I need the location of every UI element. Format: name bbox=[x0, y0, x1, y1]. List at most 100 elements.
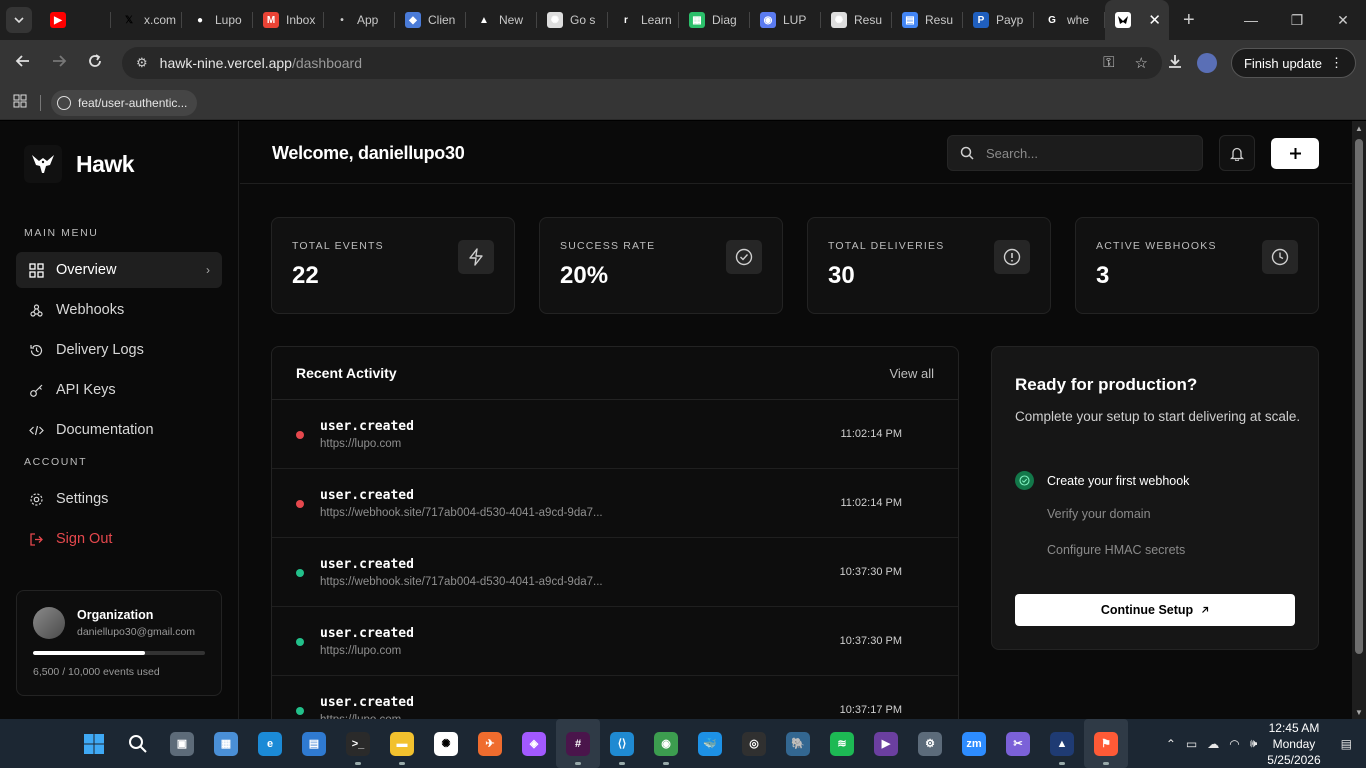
add-button[interactable] bbox=[1271, 138, 1319, 169]
chevron-up-icon[interactable]: ⌃ bbox=[1166, 737, 1176, 751]
docs-icon: ▤ bbox=[902, 12, 918, 28]
settings-taskbar-button[interactable]: ⚙ bbox=[908, 719, 952, 768]
snipping-tool-taskbar-button[interactable]: ✂ bbox=[996, 719, 1040, 768]
activity-row[interactable]: user.created https://lupo.com 10:37:30 PM bbox=[272, 607, 958, 676]
password-key-icon[interactable]: ⚿ bbox=[1103, 54, 1114, 72]
tab-search-button[interactable] bbox=[6, 7, 32, 33]
setup-step[interactable]: Create your first webhook bbox=[1015, 471, 1189, 490]
onedrive-icon[interactable]: ☁ bbox=[1207, 737, 1219, 751]
browser-tab[interactable]: ✺ Resu bbox=[821, 0, 892, 40]
browser-tab[interactable]: r Learn bbox=[608, 0, 679, 40]
restore-button[interactable]: ❐ bbox=[1274, 12, 1320, 29]
browser-tab[interactable]: P Payp bbox=[963, 0, 1034, 40]
sidebar-item-api-keys[interactable]: API Keys bbox=[16, 372, 222, 408]
vercel-app-taskbar-button[interactable]: ▲ bbox=[1040, 719, 1084, 768]
sidebar-item-overview[interactable]: Overview › bbox=[16, 252, 222, 288]
sidebar-item-webhooks[interactable]: Webhooks bbox=[16, 292, 222, 328]
browser-tab[interactable]: ▶ bbox=[40, 0, 111, 40]
browser-tab[interactable]: 𝕏x.com bbox=[111, 0, 182, 40]
new-tab-button[interactable]: + bbox=[1183, 9, 1195, 32]
browser-tab[interactable]: ◆ Clien bbox=[395, 0, 466, 40]
widgets-taskbar-button[interactable]: ▦ bbox=[204, 719, 248, 768]
browser-tab[interactable]: ● Lupo bbox=[182, 0, 253, 40]
vscode-taskbar-button[interactable]: ⟨⟩ bbox=[600, 719, 644, 768]
browser-tab[interactable]: ▤ Resu bbox=[892, 0, 963, 40]
download-icon[interactable] bbox=[1167, 53, 1183, 74]
figma-taskbar-button[interactable]: ◈ bbox=[512, 719, 556, 768]
notification-center-icon[interactable]: ▤ bbox=[1341, 737, 1352, 751]
address-bar[interactable]: ⚙ hawk-nine.vercel.app/dashboard ⚿ ☆ bbox=[122, 47, 1162, 79]
terminal-taskbar-button[interactable]: >_ bbox=[336, 719, 380, 768]
brand-name: Hawk bbox=[76, 150, 135, 177]
system-clock[interactable]: 12:45 AM Monday 5/25/2026 bbox=[1267, 720, 1320, 768]
event-url: https://lupo.com bbox=[320, 438, 402, 450]
brand[interactable]: Hawk bbox=[24, 145, 135, 183]
wifi-icon[interactable]: ◠ bbox=[1229, 737, 1239, 751]
search-input[interactable] bbox=[986, 145, 1176, 161]
profile-avatar[interactable] bbox=[1196, 53, 1217, 73]
site-info-icon[interactable]: ⚙ bbox=[136, 55, 148, 71]
activity-row[interactable]: user.created https://webhook.site/717ab00… bbox=[272, 538, 958, 607]
circle-icon: ◉ bbox=[760, 12, 776, 28]
windows-start-taskbar-button[interactable] bbox=[72, 719, 116, 768]
chatgpt-taskbar-button[interactable]: ✺ bbox=[424, 719, 468, 768]
browser-tab[interactable]: Gwhe bbox=[1034, 0, 1105, 40]
reload-button[interactable] bbox=[77, 53, 113, 74]
scroll-down-arrow-icon[interactable]: ▼ bbox=[1354, 708, 1364, 717]
finish-update-button[interactable]: Finish update ⋮ bbox=[1230, 48, 1356, 78]
store-taskbar-button[interactable]: ▤ bbox=[292, 719, 336, 768]
edge-taskbar-button[interactable]: e bbox=[248, 719, 292, 768]
tab-active-hawk[interactable]: ✕ bbox=[1105, 0, 1169, 40]
search-taskbar-button[interactable] bbox=[116, 719, 160, 768]
scroll-up-arrow-icon[interactable]: ▲ bbox=[1354, 124, 1364, 133]
browser-tab[interactable]: M Inbox bbox=[253, 0, 324, 40]
obs-taskbar-button[interactable]: ◎ bbox=[732, 719, 776, 768]
forward-button[interactable] bbox=[41, 53, 77, 74]
page-scrollbar[interactable]: ▲ ▼ bbox=[1352, 121, 1366, 719]
slack-taskbar-button[interactable]: # bbox=[556, 719, 600, 768]
organization-card[interactable]: Organization daniellupo30@gmail.com 6,50… bbox=[16, 590, 222, 696]
view-all-link[interactable]: View all bbox=[889, 366, 934, 381]
task-view-taskbar-button[interactable]: ▣ bbox=[160, 719, 204, 768]
browser-tab[interactable]: ▲ New bbox=[466, 0, 537, 40]
setup-step[interactable]: Verify your domain bbox=[1015, 507, 1151, 521]
battery-icon[interactable]: ▭ bbox=[1186, 737, 1197, 751]
docker-taskbar-button[interactable]: 🐳 bbox=[688, 719, 732, 768]
browser-tab[interactable]: ▦ Diag bbox=[679, 0, 750, 40]
browser-tab[interactable]: • App bbox=[324, 0, 395, 40]
activity-row[interactable]: user.created https://webhook.site/717ab00… bbox=[272, 469, 958, 538]
sidebar-item-delivery-logs[interactable]: Delivery Logs bbox=[16, 332, 222, 368]
vercel-icon: ▲ bbox=[479, 14, 489, 26]
browser-tab[interactable]: ✺ Go s bbox=[537, 0, 608, 40]
browser-tab-label: New bbox=[499, 13, 524, 27]
status-dot bbox=[296, 500, 304, 508]
zoom-taskbar-button[interactable]: zm bbox=[952, 719, 996, 768]
file-explorer-taskbar-button[interactable]: ▬ bbox=[380, 719, 424, 768]
postgres-taskbar-button[interactable]: 🐘 bbox=[776, 719, 820, 768]
sidebar-item-sign-out[interactable]: Sign Out bbox=[16, 521, 222, 557]
chrome-taskbar-button[interactable]: ◉ bbox=[644, 719, 688, 768]
bookmark-star-icon[interactable]: ☆ bbox=[1135, 54, 1148, 72]
back-button[interactable] bbox=[5, 53, 41, 74]
activity-row[interactable]: user.created https://lupo.com 11:02:14 PM bbox=[272, 400, 958, 469]
scroll-thumb[interactable] bbox=[1355, 139, 1363, 654]
apps-grid-icon[interactable] bbox=[0, 94, 40, 111]
activity-row[interactable]: user.createdhttps://lupo.com10:37:17 PM bbox=[272, 676, 958, 719]
media-player-taskbar-button[interactable]: ▶ bbox=[864, 719, 908, 768]
search-box[interactable] bbox=[947, 135, 1203, 171]
sidebar-item-documentation[interactable]: Documentation bbox=[16, 412, 222, 448]
continue-setup-button[interactable]: Continue Setup bbox=[1015, 594, 1295, 626]
spotify-taskbar-button[interactable]: ≋ bbox=[820, 719, 864, 768]
close-tab-icon[interactable]: ✕ bbox=[1148, 11, 1161, 29]
bookmark-feat-user-auth[interactable]: feat/user-authentic... bbox=[51, 89, 198, 116]
setup-step[interactable]: Configure HMAC secrets bbox=[1015, 543, 1185, 557]
volume-icon[interactable]: 🕪 bbox=[1250, 736, 1258, 751]
sidebar-item-settings[interactable]: Settings bbox=[16, 481, 222, 517]
notifications-button[interactable] bbox=[1219, 135, 1255, 171]
close-window-button[interactable]: ✕ bbox=[1320, 12, 1366, 29]
minimize-button[interactable]: — bbox=[1228, 12, 1274, 29]
git-app-taskbar-button[interactable]: ⚑ bbox=[1084, 719, 1128, 768]
postman-taskbar-button[interactable]: ✈ bbox=[468, 719, 512, 768]
chrome-icon: ◉ bbox=[654, 731, 678, 756]
browser-tab[interactable]: ◉ LUP bbox=[750, 0, 821, 40]
